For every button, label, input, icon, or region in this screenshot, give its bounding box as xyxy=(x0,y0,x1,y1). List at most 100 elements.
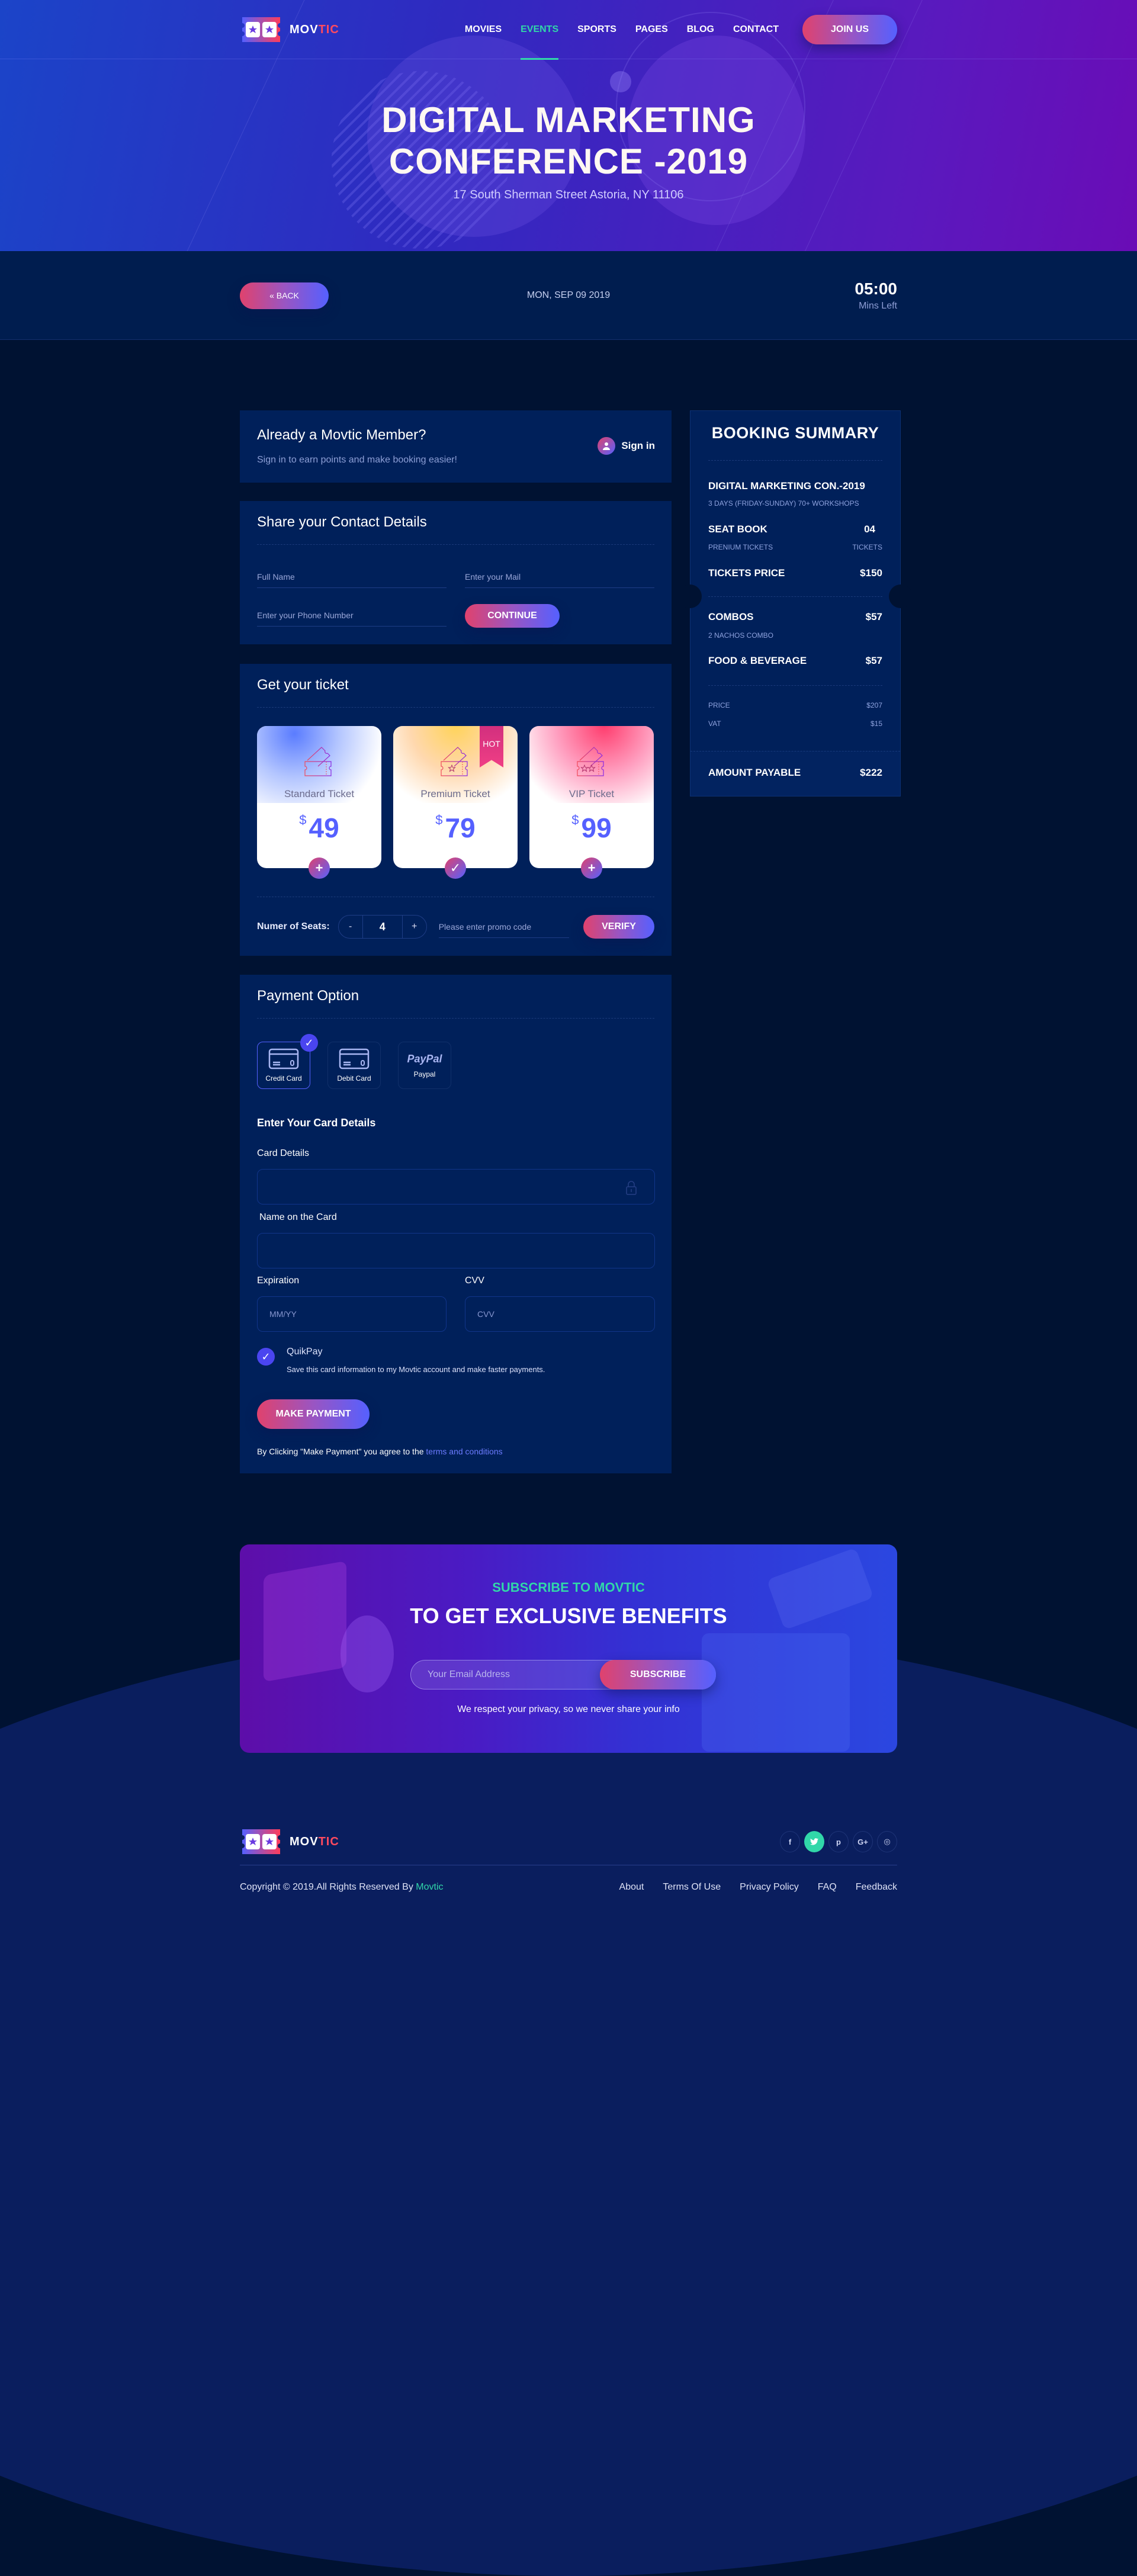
quikpay-checkbox[interactable]: ✓ xyxy=(257,1348,275,1366)
subscribe-kicker: SUBSCRIBE TO MOVTIC xyxy=(492,1580,645,1595)
social-links: f p G+ ◎ xyxy=(780,1831,897,1852)
divider xyxy=(708,596,882,597)
summary-tickets-price-row: TICKETS PRICE $150 xyxy=(708,567,882,579)
twitter-icon[interactable] xyxy=(804,1831,824,1852)
expiration-input[interactable] xyxy=(257,1296,447,1332)
member-signin-panel: Already a Movtic Member? Sign in to earn… xyxy=(240,410,672,483)
price-label: PRICE xyxy=(708,701,730,709)
ticket-card-standard[interactable]: Standard Ticket $49 + xyxy=(257,726,381,879)
continue-button[interactable]: CONTINUE xyxy=(465,604,560,628)
card-details-field xyxy=(257,1169,655,1205)
summary-payable-row: AMOUNT PAYABLE $222 xyxy=(708,767,882,779)
name-on-card-input[interactable] xyxy=(257,1233,655,1268)
nav-events[interactable]: EVENTS xyxy=(521,0,559,60)
footer-links: About Terms Of Use Privacy Policy FAQ Fe… xyxy=(619,1882,897,1893)
seats-label: Numer of Seats: xyxy=(257,921,330,932)
decor-dot xyxy=(610,71,631,92)
seats-stepper: - 4 + xyxy=(338,915,427,939)
amount-payable-bar: AMOUNT PAYABLE $222 xyxy=(690,751,900,796)
summary-combos-row: COMBOS $57 xyxy=(708,611,882,623)
add-ticket-button[interactable]: + xyxy=(581,857,602,879)
summary-event-desc: 3 DAYS (FRIDAY-SUNDAY) 70+ WORKSHOPS xyxy=(708,499,882,508)
footer-link-terms[interactable]: Terms Of Use xyxy=(663,1882,721,1893)
privacy-note: We respect your privacy, so we never sha… xyxy=(457,1704,680,1714)
card-number-input[interactable] xyxy=(257,1169,655,1205)
facebook-icon[interactable]: f xyxy=(780,1831,800,1852)
ticket-price: $49 xyxy=(299,812,339,843)
footer-link-about[interactable]: About xyxy=(619,1882,644,1893)
logo[interactable]: MOVTIC xyxy=(240,17,339,42)
footer-logo[interactable]: MOVTIC xyxy=(240,1829,339,1854)
vat-label: VAT xyxy=(708,720,721,728)
ticket-selection-panel: Get your ticket Standard Ticket $49 + HO… xyxy=(240,664,672,956)
main-nav: MOVIES EVENTS SPORTS PAGES BLOG CONTACT xyxy=(446,0,779,60)
divider xyxy=(708,460,882,461)
divider xyxy=(257,544,654,545)
combos-label: COMBOS xyxy=(708,611,754,622)
name-on-card-label: Name on the Card xyxy=(259,1212,337,1222)
subscribe-email-input[interactable] xyxy=(411,1669,600,1680)
tickets-price-value: $150 xyxy=(860,567,882,579)
seat-type: PRENIUM TICKETS xyxy=(708,543,773,551)
google-plus-icon[interactable]: G+ xyxy=(853,1831,873,1852)
verify-button[interactable]: VERIFY xyxy=(583,915,654,939)
join-us-button[interactable]: JOIN US xyxy=(802,15,897,44)
payment-panel: Payment Option Credit Card ✓ Debit Card … xyxy=(240,975,672,1473)
ticket-name: VIP Ticket xyxy=(568,788,615,799)
subscribe-button[interactable]: SUBSCRIBE xyxy=(600,1660,716,1690)
payment-method-debit-card[interactable]: Debit Card xyxy=(327,1042,381,1089)
nav-contact[interactable]: CONTACT xyxy=(733,0,779,59)
copyright-brand-link[interactable]: Movtic xyxy=(416,1882,443,1892)
instagram-icon[interactable]: ◎ xyxy=(877,1831,897,1852)
make-payment-button[interactable]: MAKE PAYMENT xyxy=(257,1399,370,1429)
card-details-label: Card Details xyxy=(257,1148,310,1158)
email-input[interactable] xyxy=(465,572,654,588)
payment-method-credit-card[interactable]: Credit Card ✓ xyxy=(257,1034,318,1089)
pinterest-icon[interactable]: p xyxy=(828,1831,849,1852)
decrement-button[interactable]: - xyxy=(339,916,362,938)
footer-link-faq[interactable]: FAQ xyxy=(818,1882,837,1893)
card-section-title: Enter Your Card Details xyxy=(257,1117,376,1129)
sign-in-link[interactable]: Sign in xyxy=(598,437,655,455)
ticket-card-premium[interactable]: HOT Premium Ticket $79 ✓ xyxy=(393,726,518,879)
quikpay-description: Save this card information to my Movtic … xyxy=(287,1365,545,1374)
brand-name: MOVTIC xyxy=(290,23,339,36)
ticket-name: Premium Ticket xyxy=(420,788,490,799)
member-title: Already a Movtic Member? xyxy=(257,427,426,443)
price-value: $207 xyxy=(866,701,882,709)
ticket-card-vip[interactable]: VIP Ticket $99 + xyxy=(529,726,654,879)
payment-method-label: Paypal xyxy=(413,1069,436,1078)
payable-value: $222 xyxy=(860,767,882,778)
selected-ticket-check-button[interactable]: ✓ xyxy=(445,857,466,879)
seats-value[interactable]: 4 xyxy=(362,916,403,938)
event-title-line2: CONFERENCE -2019 xyxy=(388,142,749,181)
vat-value: $15 xyxy=(870,720,882,728)
cvv-input[interactable] xyxy=(465,1296,655,1332)
nav-blog[interactable]: BLOG xyxy=(687,0,714,59)
payment-title: Payment Option xyxy=(257,988,359,1004)
footer-link-privacy[interactable]: Privacy Policy xyxy=(740,1882,799,1893)
subscribe-title: TO GET EXCLUSIVE BENEFITS xyxy=(410,1604,727,1628)
event-title: DIGITAL MARKETING CONFERENCE -2019 xyxy=(0,99,1137,182)
brand-name: MOVTIC xyxy=(290,1835,339,1848)
contact-details-panel: Share your Contact Details CONTINUE xyxy=(240,501,672,644)
add-ticket-button[interactable]: + xyxy=(309,857,330,879)
subscribe-banner: SUBSCRIBE TO MOVTIC TO GET EXCLUSIVE BEN… xyxy=(240,1544,897,1753)
nav-pages[interactable]: PAGES xyxy=(635,0,668,59)
event-desc: 3 DAYS (FRIDAY-SUNDAY) 70+ WORKSHOPS xyxy=(708,499,859,508)
booking-summary: BOOKING SUMMARY DIGITAL MARKETING CON.-2… xyxy=(678,410,913,796)
ticket-two-star-icon xyxy=(577,747,604,776)
seats-row: Numer of Seats: - 4 + VERIFY xyxy=(257,914,654,939)
nav-sports[interactable]: SPORTS xyxy=(577,0,616,59)
terms-link[interactable]: terms and conditions xyxy=(426,1447,502,1456)
cvv-label: CVV xyxy=(465,1276,484,1286)
payment-method-paypal[interactable]: PayPal Paypal xyxy=(398,1042,451,1089)
increment-button[interactable]: + xyxy=(403,916,426,938)
full-name-input[interactable] xyxy=(257,572,447,588)
phone-input[interactable] xyxy=(257,611,447,627)
nav-movies[interactable]: MOVIES xyxy=(465,0,502,59)
footer-link-feedback[interactable]: Feedback xyxy=(856,1882,897,1893)
summary-title: BOOKING SUMMARY xyxy=(711,424,879,442)
promo-code-input[interactable] xyxy=(438,916,569,938)
expiration-label: Expiration xyxy=(257,1276,300,1286)
